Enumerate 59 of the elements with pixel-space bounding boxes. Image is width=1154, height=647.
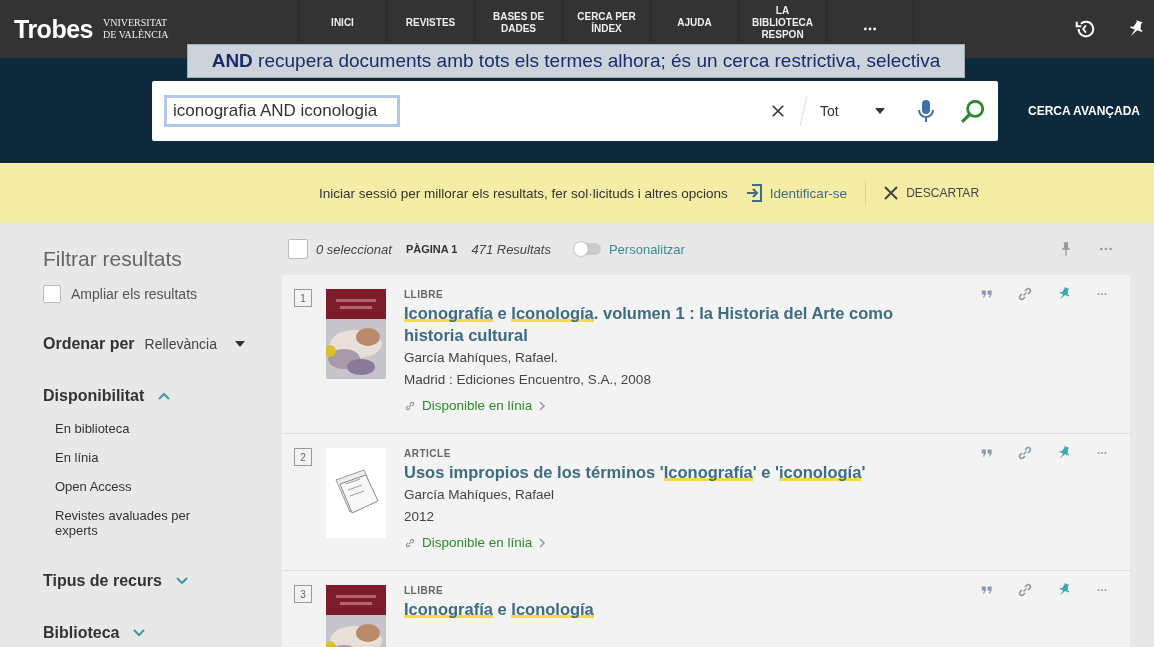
scope-dropdown[interactable]: Tot: [820, 102, 900, 119]
result-detail: Madrid : Ediciones Encuentro, S.A., 2008: [404, 371, 652, 389]
advanced-search-link[interactable]: CERCA AVANÇADA: [1028, 103, 1140, 118]
page-label: PÀGINA 1: [405, 243, 458, 255]
university-logo-text: DE VALÈNCIA: [103, 29, 169, 41]
facet-option[interactable]: En biblioteca: [55, 421, 205, 436]
close-icon[interactable]: [884, 186, 899, 200]
chevron-down-icon[interactable]: [175, 577, 188, 585]
dismiss-button[interactable]: DESCARTAR: [878, 185, 986, 201]
sort-dropdown[interactable]: Rellevància: [144, 336, 245, 352]
link-icon: [404, 399, 416, 412]
search-field[interactable]: iconografia AND iconologia: [164, 94, 400, 127]
login-link[interactable]: Identificar-se: [739, 181, 867, 205]
resource-type: ARTICLE: [404, 448, 452, 459]
result-detail: 2012: [404, 508, 436, 526]
login-icon[interactable]: [745, 184, 762, 202]
result-title[interactable]: Usos impropios de los términos 'Iconografía' e 'iconología': [404, 461, 950, 483]
resource-type: LLIBRE: [404, 585, 445, 596]
university-logo-text: VNIVERSITAT: [103, 17, 169, 29]
selection-count: 0 seleccionat: [316, 241, 392, 257]
divider: [799, 95, 808, 126]
chevron-right-icon[interactable]: [538, 537, 547, 548]
result-count: 471 Resultats: [471, 241, 551, 257]
select-all-checkbox[interactable]: [288, 239, 308, 259]
facet-option[interactable]: En línia: [55, 450, 205, 465]
result-number: 3: [294, 585, 312, 603]
availability-link[interactable]: Disponible en línia: [422, 398, 533, 413]
result-title[interactable]: Iconografía e Iconología: [404, 598, 950, 620]
chevron-down-icon[interactable]: [133, 629, 146, 637]
chevron-up-icon[interactable]: [158, 392, 171, 400]
history-icon[interactable]: [1074, 18, 1096, 40]
dropdown-arrow-icon[interactable]: [234, 341, 245, 347]
dropdown-arrow-icon[interactable]: [874, 107, 885, 114]
link-icon[interactable]: [1016, 581, 1034, 599]
login-message: Iniciar sessió per millorar els resultats, fer sol·licituds i altres opcions: [318, 185, 728, 201]
app-logo[interactable]: Trobes: [14, 14, 93, 44]
result-number: 2: [294, 448, 312, 466]
result-detail: García Mahíques, Rafael.: [404, 349, 559, 367]
resource-type: LLIBRE: [404, 289, 445, 300]
document-icon: [326, 448, 386, 538]
link-icon[interactable]: [1016, 285, 1034, 303]
search-icon[interactable]: [960, 97, 986, 124]
checkbox[interactable]: [43, 285, 61, 303]
personalize-toggle[interactable]: [574, 243, 601, 255]
facet-option[interactable]: Open Access: [55, 479, 205, 494]
filter-title: Filtrar resultats: [43, 247, 183, 271]
result-title[interactable]: Iconografía e Iconología. volumen 1 : la Historia del Arte como historia cultural: [404, 302, 950, 346]
availability-link[interactable]: Disponible en línia: [422, 535, 533, 550]
checkbox-label: Ampliar els resultats: [71, 286, 198, 302]
facet-heading[interactable]: Disponibilitat: [43, 387, 145, 405]
result-number: 1: [294, 289, 312, 307]
result-detail: García Mahíques, Rafael: [404, 486, 556, 504]
chevron-right-icon[interactable]: [538, 400, 547, 411]
facet-heading[interactable]: Biblioteca: [43, 624, 120, 642]
link-icon: [404, 536, 416, 549]
link-icon[interactable]: [1016, 444, 1034, 462]
sort-label: Ordenar per: [43, 335, 135, 353]
facet-heading[interactable]: Tipus de recurs: [43, 572, 162, 590]
facet-option[interactable]: Revistes avaluades per experts: [55, 508, 205, 538]
